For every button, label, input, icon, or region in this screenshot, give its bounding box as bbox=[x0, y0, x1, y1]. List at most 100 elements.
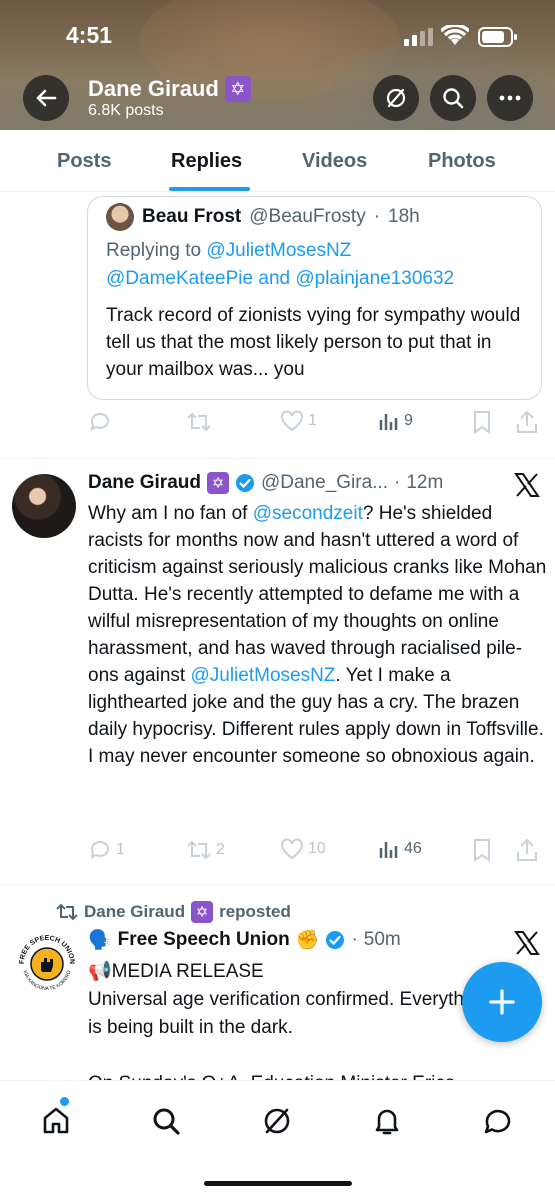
speaking-head-emoji: 🗣️ bbox=[88, 930, 112, 951]
bookmark-icon bbox=[474, 411, 490, 434]
heart-icon bbox=[281, 410, 303, 432]
reply-button[interactable]: 1 bbox=[88, 838, 125, 862]
repost-suffix: reposted bbox=[219, 902, 291, 921]
tweet-text-part: ? He's shielded racists for months now a… bbox=[88, 503, 547, 686]
profile-name: Dane Giraud bbox=[88, 76, 219, 101]
views-count: 9 bbox=[404, 412, 413, 429]
back-button[interactable] bbox=[23, 75, 69, 121]
like-count: 1 bbox=[308, 412, 317, 429]
free-speech-union-logo[interactable]: FREE SPEECH UNION KIA KANGONA TE KORERO bbox=[14, 930, 80, 996]
author-handle[interactable]: @BeauFrosty bbox=[249, 206, 365, 228]
status-bar: 4:51 bbox=[0, 22, 555, 52]
tab-replies[interactable]: Replies bbox=[171, 150, 242, 173]
status-time: 4:51 bbox=[66, 22, 113, 48]
battery-icon bbox=[478, 27, 517, 47]
grok-icon bbox=[264, 1108, 290, 1134]
verified-icon bbox=[326, 931, 345, 949]
star-of-david-badge: ✡ bbox=[206, 472, 229, 494]
replying-and: and bbox=[258, 268, 291, 289]
share-icon bbox=[517, 410, 537, 433]
tweet-actions: 1 9 bbox=[88, 410, 543, 440]
views-icon bbox=[379, 842, 398, 858]
mention-link[interactable]: @DameKateePie bbox=[106, 268, 253, 289]
reposter-name: Dane Giraud bbox=[84, 902, 186, 921]
search-icon bbox=[153, 1108, 180, 1135]
more-icon bbox=[499, 95, 521, 101]
repost-button[interactable] bbox=[186, 410, 216, 434]
repost-count: 2 bbox=[216, 841, 225, 858]
quoted-tweet-header: Beau Frost @BeauFrosty · 18h bbox=[106, 203, 420, 231]
separator: · bbox=[373, 206, 381, 227]
nav-explore[interactable] bbox=[146, 1101, 186, 1141]
separator: · bbox=[394, 472, 401, 493]
quoted-tweet-text: Track record of zionists vying for sympa… bbox=[106, 305, 521, 380]
mention-link[interactable]: @JulietMosesNZ bbox=[206, 240, 351, 261]
views-button[interactable]: 9 bbox=[378, 410, 413, 432]
share-button[interactable] bbox=[516, 410, 538, 434]
posts-count: 6.8K posts bbox=[88, 102, 164, 119]
tweet-text-part: Why am I no fan of bbox=[88, 503, 253, 524]
bookmark-icon bbox=[474, 839, 490, 862]
bookmark-button[interactable] bbox=[472, 838, 492, 862]
active-tab-indicator bbox=[169, 187, 250, 191]
tab-videos[interactable]: Videos bbox=[302, 150, 367, 173]
avatar[interactable] bbox=[106, 203, 134, 231]
nav-home[interactable] bbox=[36, 1101, 76, 1141]
tweet-line: MEDIA RELEASE bbox=[111, 961, 264, 982]
mention-link[interactable]: @JulietMosesNZ bbox=[190, 665, 335, 686]
share-button[interactable] bbox=[516, 838, 538, 862]
verified-icon bbox=[235, 474, 254, 492]
repost-icon bbox=[187, 840, 211, 860]
views-button[interactable]: 46 bbox=[378, 838, 422, 860]
share-icon bbox=[517, 838, 537, 861]
timestamp: 12m bbox=[406, 472, 444, 493]
like-button[interactable]: 10 bbox=[280, 838, 326, 860]
star-of-david-badge: ✡ bbox=[191, 901, 214, 923]
tab-posts[interactable]: Posts bbox=[57, 150, 111, 173]
reply-count: 1 bbox=[116, 841, 125, 858]
divider bbox=[0, 884, 555, 885]
search-button[interactable] bbox=[430, 75, 476, 121]
megaphone-emoji: 📢 bbox=[88, 961, 112, 982]
like-button[interactable]: 1 bbox=[280, 410, 317, 432]
fist-emoji: ✊ bbox=[295, 930, 320, 951]
tab-photos[interactable]: Photos bbox=[428, 150, 496, 173]
bookmark-button[interactable] bbox=[472, 410, 492, 434]
author-handle[interactable]: @Dane_Gira... bbox=[261, 472, 388, 494]
compose-button[interactable] bbox=[462, 962, 542, 1042]
nav-messages[interactable] bbox=[478, 1101, 518, 1141]
author-name[interactable]: Dane Giraud bbox=[88, 472, 201, 494]
home-icon bbox=[43, 1107, 69, 1134]
reply-icon bbox=[90, 840, 109, 859]
avatar[interactable] bbox=[12, 474, 76, 538]
views-icon bbox=[379, 414, 398, 430]
x-logo-icon[interactable] bbox=[514, 930, 540, 956]
repost-button[interactable]: 2 bbox=[186, 838, 225, 862]
mention-link[interactable]: @plainjane130632 bbox=[295, 268, 454, 289]
profile-title: Dane Giraud ✡ bbox=[88, 76, 251, 102]
message-icon bbox=[484, 1109, 511, 1134]
tweet-text: Why am I no fan of @secondzeit? He's shi… bbox=[88, 500, 548, 770]
search-icon bbox=[443, 88, 464, 109]
plus-icon bbox=[489, 989, 515, 1015]
signal-icon bbox=[404, 28, 433, 46]
grok-button[interactable] bbox=[373, 75, 419, 121]
quoted-tweet-card[interactable]: Beau Frost @BeauFrosty · 18h Replying to… bbox=[87, 196, 542, 400]
notification-dot bbox=[60, 1097, 69, 1106]
more-button[interactable] bbox=[487, 75, 533, 121]
author-name[interactable]: Free Speech Union bbox=[118, 929, 290, 951]
reply-button[interactable] bbox=[88, 410, 116, 434]
nav-grok[interactable] bbox=[257, 1101, 297, 1141]
author-name[interactable]: Beau Frost bbox=[142, 206, 241, 228]
profile-header: 4:51 Dane Giraud ✡ 6.8K posts bbox=[0, 0, 555, 130]
x-logo-icon[interactable] bbox=[514, 472, 540, 498]
nav-notifications[interactable] bbox=[367, 1101, 407, 1141]
repost-context[interactable]: Dane Giraud ✡ reposted bbox=[56, 901, 291, 923]
mention-link[interactable]: @secondzeit bbox=[253, 503, 363, 524]
tweet-header: 🗣️ Free Speech Union ✊ · 50m bbox=[88, 928, 401, 952]
profile-tabs: Posts Replies Videos Photos bbox=[0, 130, 555, 192]
like-count: 10 bbox=[308, 840, 326, 857]
replying-to: Replying to @JulietMosesNZ @DameKateePie… bbox=[106, 237, 536, 293]
star-of-david-badge: ✡ bbox=[224, 76, 251, 102]
repost-icon bbox=[187, 412, 211, 432]
